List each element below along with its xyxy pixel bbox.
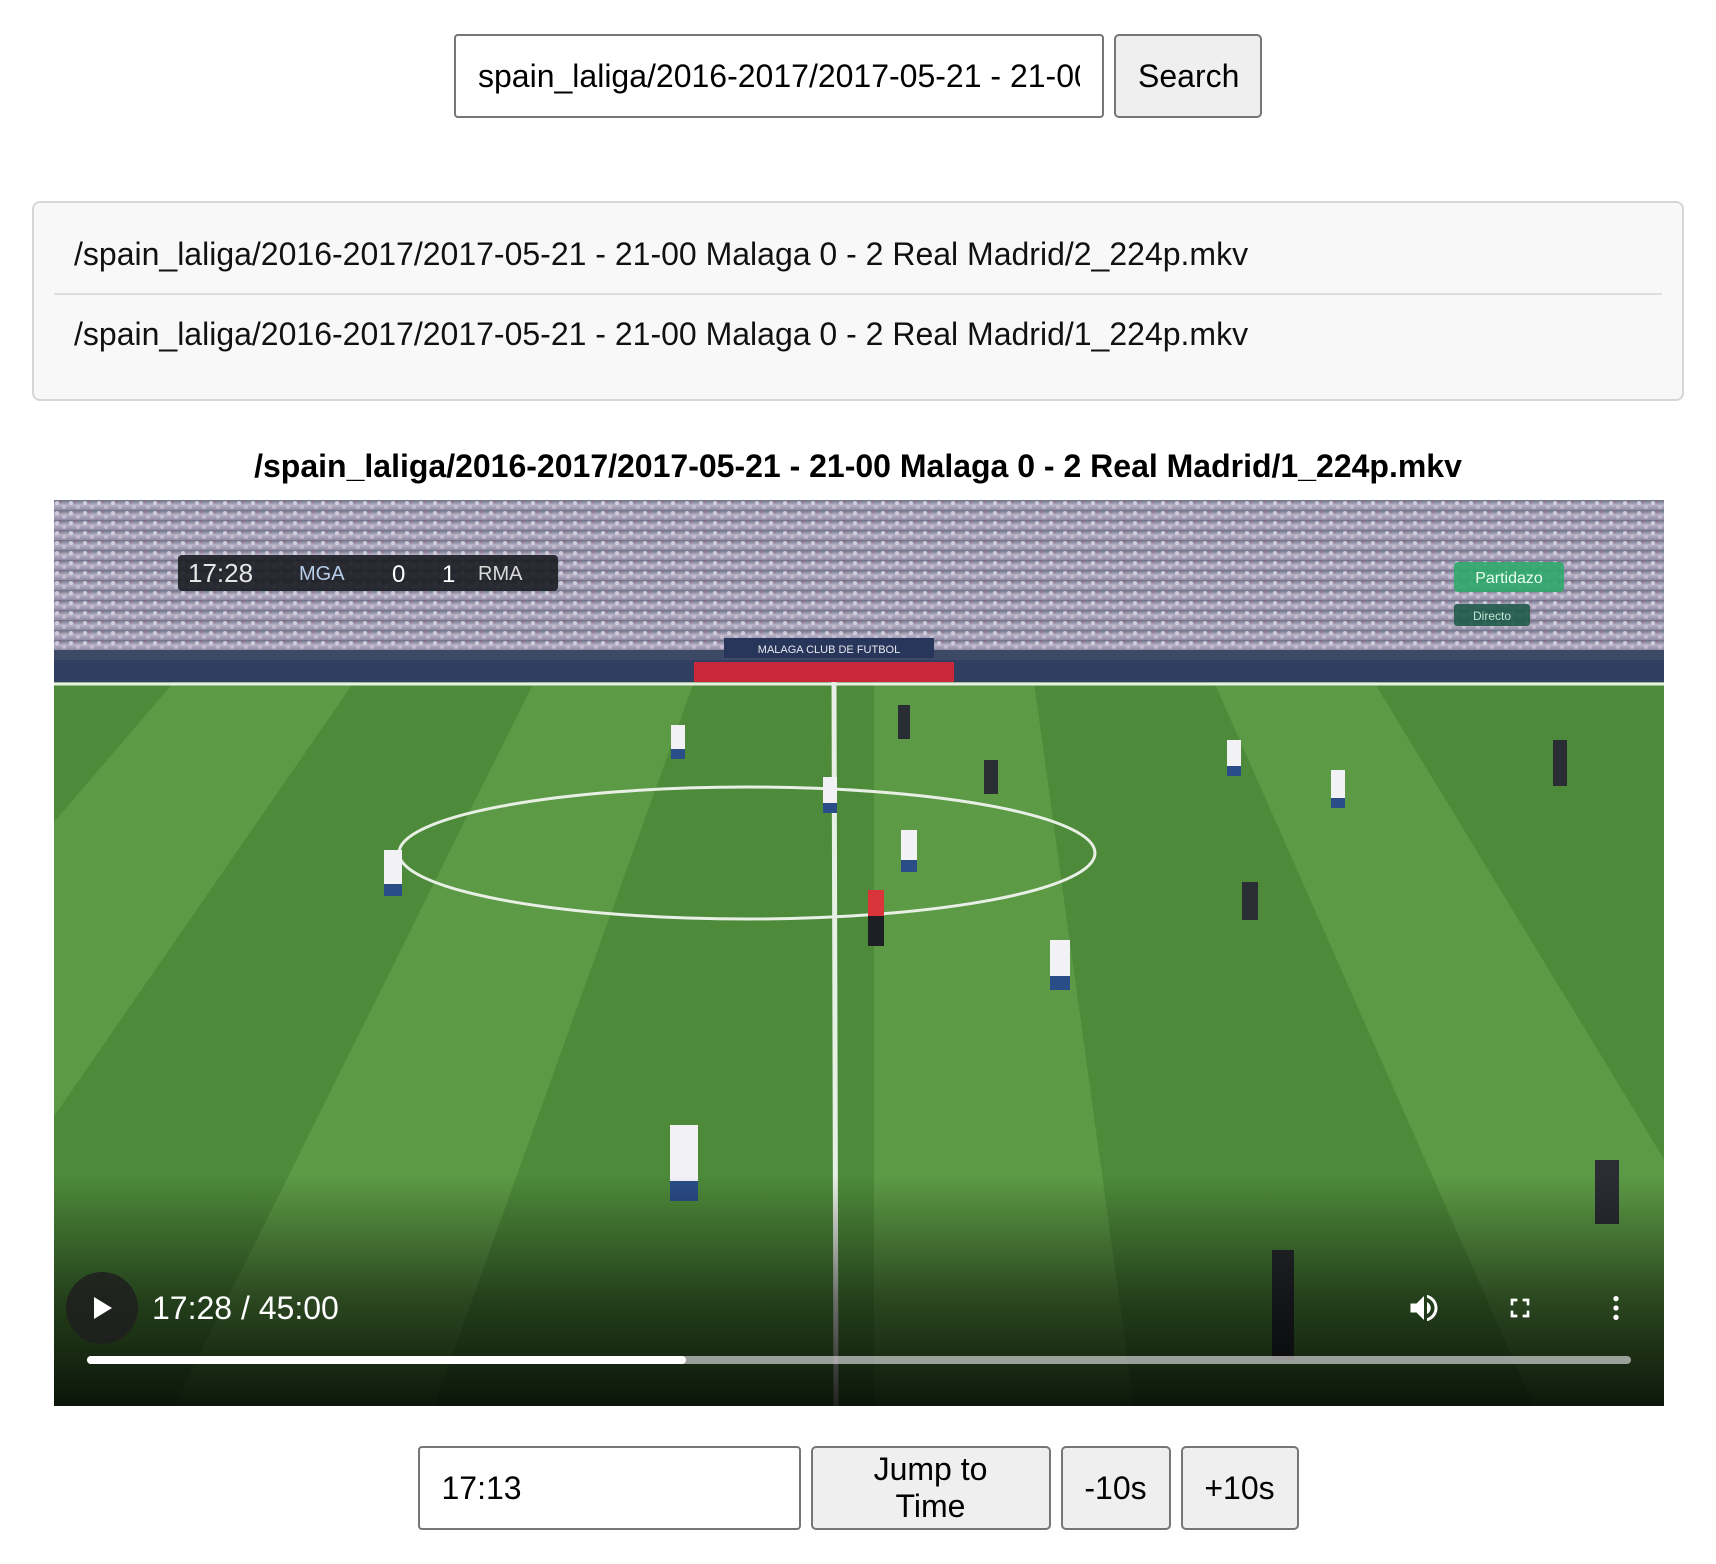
scoreboard-clock: 17:28 bbox=[188, 558, 253, 588]
progress-fill bbox=[87, 1356, 687, 1364]
search-bar: Search bbox=[0, 34, 1716, 118]
time-display: 17:28 / 45:00 bbox=[152, 1290, 339, 1326]
jump-to-time-button[interactable]: Jump to Time bbox=[810, 1446, 1051, 1530]
stadium-banner: MALAGA CLUB DE FUTBOL bbox=[758, 644, 900, 656]
progress-bar[interactable] bbox=[87, 1356, 1631, 1364]
results-list: /spain_laliga/2016-2017/2017-05-21 - 21-… bbox=[32, 201, 1684, 401]
search-button[interactable]: Search bbox=[1114, 34, 1262, 118]
time-input[interactable] bbox=[417, 1446, 801, 1530]
list-item[interactable]: /spain_laliga/2016-2017/2017-05-21 - 21-… bbox=[54, 293, 1662, 373]
volume-button[interactable] bbox=[1404, 1288, 1444, 1328]
video-title: /spain_laliga/2016-2017/2017-05-21 - 21-… bbox=[254, 448, 1462, 484]
list-item[interactable]: /spain_laliga/2016-2017/2017-05-21 - 21-… bbox=[54, 215, 1662, 293]
time-controls: Jump to Time -10s +10s bbox=[0, 1446, 1716, 1530]
scoreboard-home-score: 0 bbox=[392, 561, 405, 588]
video-player[interactable]: MALAGA CLUB DE FUTBOL 17:28 MGA 0 1 RMA … bbox=[54, 500, 1664, 1406]
rewind-10s-button[interactable]: -10s bbox=[1060, 1446, 1171, 1530]
scoreboard-away-score: 1 bbox=[442, 561, 455, 588]
fullscreen-button[interactable] bbox=[1500, 1288, 1540, 1328]
play-button[interactable] bbox=[66, 1272, 138, 1344]
more-options-button[interactable] bbox=[1596, 1288, 1636, 1328]
broadcaster-logo: Partidazo bbox=[1475, 570, 1543, 587]
broadcaster-live-tag: Directo bbox=[1473, 609, 1511, 623]
play-icon bbox=[94, 1297, 112, 1319]
more-vertical-icon bbox=[1613, 1296, 1619, 1320]
forward-10s-button[interactable]: +10s bbox=[1180, 1446, 1299, 1530]
scoreboard-home: MGA bbox=[299, 563, 345, 585]
scoreboard-away: RMA bbox=[478, 563, 523, 585]
volume-icon bbox=[1410, 1294, 1438, 1322]
fullscreen-icon bbox=[1510, 1298, 1530, 1318]
search-input[interactable] bbox=[454, 34, 1104, 118]
